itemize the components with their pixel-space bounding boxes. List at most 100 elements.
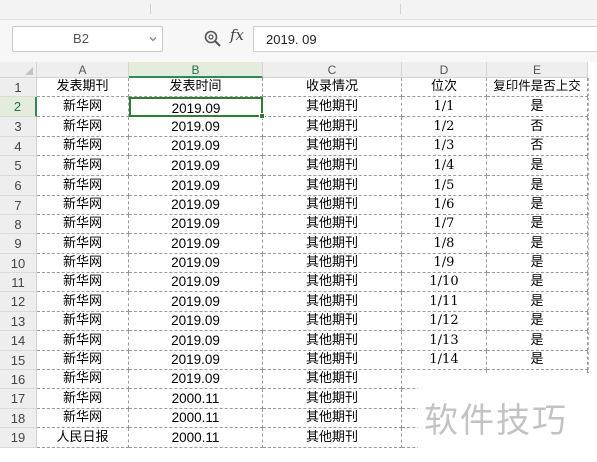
table-cell-col-e[interactable]: 是: [487, 351, 588, 370]
table-cell-col-e[interactable]: 是: [487, 273, 588, 292]
table-cell-col-e[interactable]: 是: [487, 312, 588, 331]
table-cell-col-d[interactable]: 1/1: [402, 97, 487, 117]
table-cell-col-b[interactable]: 2000.11: [129, 428, 263, 448]
table-cell-col-c[interactable]: 其他期刊: [263, 176, 402, 196]
table-cell-col-a[interactable]: 新华网: [37, 254, 129, 273]
table-cell-col-a[interactable]: 新华网: [37, 273, 129, 292]
row-header[interactable]: 2: [0, 97, 37, 117]
table-cell-col-b[interactable]: 2019.09: [129, 370, 263, 389]
table-cell-col-e[interactable]: 否: [487, 137, 588, 156]
table-cell-col-c[interactable]: 其他期刊: [263, 196, 402, 215]
table-cell-col-a[interactable]: 新华网: [37, 389, 129, 409]
row-header[interactable]: 13: [0, 312, 37, 331]
table-cell-col-c[interactable]: 其他期刊: [263, 370, 402, 389]
table-cell-col-a[interactable]: 新华网: [37, 370, 129, 389]
table-cell-col-a[interactable]: 新华网: [37, 351, 129, 370]
table-cell-col-d[interactable]: 1/12: [402, 312, 487, 331]
table-cell-col-d[interactable]: 1/2: [402, 117, 487, 137]
table-cell-col-a[interactable]: 新华网: [37, 176, 129, 196]
table-cell-col-a[interactable]: 新华网: [37, 137, 129, 156]
column-header-e[interactable]: E: [487, 62, 588, 78]
header-cell-col-c[interactable]: 收录情况: [263, 78, 402, 97]
table-cell-col-e[interactable]: 是: [487, 97, 588, 117]
table-cell-col-e[interactable]: 否: [487, 117, 588, 137]
table-cell-col-c[interactable]: 其他期刊: [263, 312, 402, 331]
table-cell-col-e[interactable]: 是: [487, 215, 588, 234]
table-cell-col-d[interactable]: 1/6: [402, 196, 487, 215]
table-cell-col-e[interactable]: 是: [487, 196, 588, 215]
column-header-c[interactable]: C: [263, 62, 402, 78]
table-cell-col-a[interactable]: 新华网: [37, 409, 129, 428]
table-cell-col-d[interactable]: 1/13: [402, 331, 487, 351]
row-header[interactable]: 15: [0, 351, 37, 370]
table-cell-col-a[interactable]: 新华网: [37, 117, 129, 137]
select-all-corner[interactable]: [0, 62, 37, 78]
header-cell-col-e[interactable]: 复印件是否上交: [487, 78, 588, 97]
table-cell-col-c[interactable]: 其他期刊: [263, 234, 402, 254]
row-header[interactable]: 11: [0, 273, 37, 292]
row-header[interactable]: 5: [0, 156, 37, 176]
name-box[interactable]: B2: [12, 26, 163, 52]
table-cell-col-d[interactable]: 1/3: [402, 137, 487, 156]
row-header[interactable]: 16: [0, 370, 37, 389]
table-cell-col-e[interactable]: 是: [487, 176, 588, 196]
zoom-icon[interactable]: [203, 29, 223, 49]
table-cell-col-b[interactable]: 2019.09: [129, 234, 263, 254]
row-header[interactable]: 8: [0, 215, 37, 234]
table-cell-col-c[interactable]: 其他期刊: [263, 97, 402, 117]
selected-cell[interactable]: 2019.09: [129, 97, 263, 117]
fx-icon[interactable]: fx: [230, 26, 250, 48]
table-cell-col-b[interactable]: 2019.09: [129, 351, 263, 370]
table-cell-col-e[interactable]: 是: [487, 292, 588, 312]
table-cell-col-a[interactable]: 新华网: [37, 196, 129, 215]
table-cell-col-d[interactable]: 1/5: [402, 176, 487, 196]
table-cell-col-d[interactable]: 1/11: [402, 292, 487, 312]
table-cell-col-d[interactable]: 1/10: [402, 273, 487, 292]
header-cell-col-d[interactable]: 位次: [402, 78, 487, 97]
table-cell-col-c[interactable]: 其他期刊: [263, 292, 402, 312]
row-header[interactable]: 10: [0, 254, 37, 273]
table-cell-col-a[interactable]: 新华网: [37, 97, 129, 117]
table-cell-col-b[interactable]: 2019.09: [129, 156, 263, 176]
table-cell-col-b[interactable]: 2019.09: [129, 254, 263, 273]
table-cell-col-d[interactable]: 1/7: [402, 215, 487, 234]
table-cell-col-a[interactable]: 新华网: [37, 292, 129, 312]
table-cell-col-b[interactable]: 2019.09: [129, 312, 263, 331]
row-header[interactable]: 1: [0, 78, 37, 97]
table-cell-col-c[interactable]: 其他期刊: [263, 409, 402, 428]
row-header[interactable]: 9: [0, 234, 37, 254]
table-cell-col-c[interactable]: 其他期刊: [263, 351, 402, 370]
header-cell-col-a[interactable]: 发表期刊: [37, 78, 129, 97]
table-cell-col-c[interactable]: 其他期刊: [263, 156, 402, 176]
table-cell-col-c[interactable]: 其他期刊: [263, 428, 402, 448]
table-cell-col-b[interactable]: 2019.09: [129, 273, 263, 292]
table-cell-col-c[interactable]: 其他期刊: [263, 117, 402, 137]
formula-input[interactable]: 2019. 09: [253, 26, 597, 52]
table-cell-col-a[interactable]: 新华网: [37, 234, 129, 254]
table-cell-col-c[interactable]: 其他期刊: [263, 389, 402, 409]
chevron-down-icon[interactable]: [149, 35, 157, 43]
table-cell-col-d[interactable]: 1/8: [402, 234, 487, 254]
column-header-d[interactable]: D: [402, 62, 487, 78]
table-cell-col-e[interactable]: 是: [487, 331, 588, 351]
table-cell-col-e[interactable]: 是: [487, 156, 588, 176]
header-cell-col-b[interactable]: 发表时间: [129, 78, 263, 97]
row-header[interactable]: 7: [0, 196, 37, 215]
table-cell-col-b[interactable]: 2019.09: [129, 331, 263, 351]
column-header-b[interactable]: B: [129, 62, 263, 78]
row-header[interactable]: 3: [0, 117, 37, 137]
table-cell-col-d[interactable]: 1/9: [402, 254, 487, 273]
table-cell-col-b[interactable]: 2019.09: [129, 292, 263, 312]
table-cell-col-e[interactable]: 是: [487, 254, 588, 273]
table-cell-col-d[interactable]: 1/14: [402, 351, 487, 370]
table-cell-col-a[interactable]: 新华网: [37, 312, 129, 331]
row-header[interactable]: 4: [0, 137, 37, 156]
row-header[interactable]: 6: [0, 176, 37, 196]
row-header[interactable]: 18: [0, 409, 37, 428]
table-cell-col-c[interactable]: 其他期刊: [263, 331, 402, 351]
table-cell-col-a[interactable]: 新华网: [37, 156, 129, 176]
table-cell-col-d[interactable]: 1/4: [402, 156, 487, 176]
row-header[interactable]: 19: [0, 428, 37, 448]
table-cell-col-c[interactable]: 其他期刊: [263, 137, 402, 156]
column-header-a[interactable]: A: [37, 62, 129, 78]
